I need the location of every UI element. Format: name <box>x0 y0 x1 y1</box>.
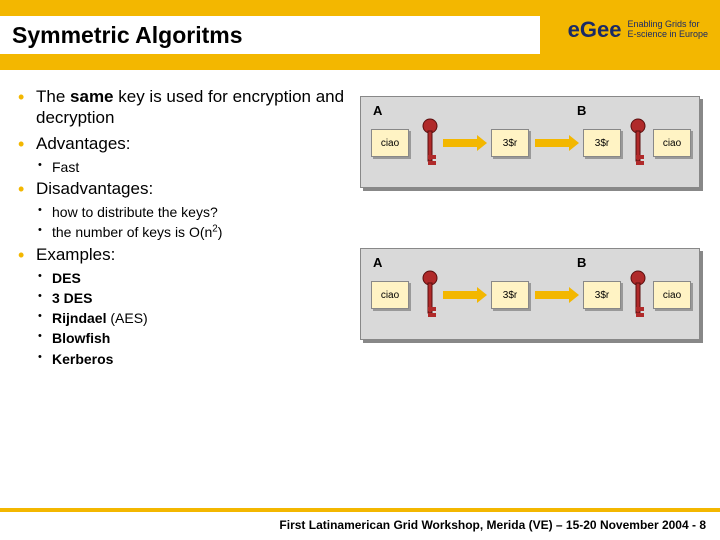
box-plain-a: ciao <box>371 281 409 309</box>
bullet-fast: Fast <box>18 158 348 176</box>
text: ) <box>218 224 223 240</box>
arrow-icon <box>535 139 571 147</box>
bullet-3des: 3 DES <box>18 289 348 307</box>
content-column: The same key is used for encryption and … <box>18 86 348 370</box>
box-cipher-mid: 3$r <box>491 281 529 309</box>
footer-text: First Latinamerican Grid Workshop, Merid… <box>279 518 706 532</box>
key-icon <box>421 117 439 169</box>
label-a: A <box>373 255 382 270</box>
label-a: A <box>373 103 382 118</box>
diagram-encrypt: A B ciao 3$r 3$r ciao <box>360 96 700 188</box>
bullet-des: DES <box>18 269 348 287</box>
bullet-advantages: Advantages: <box>18 133 348 154</box>
text-bold: DES <box>52 270 81 286</box>
box-plain-b: ciao <box>653 281 691 309</box>
logo: eGee Enabling Grids for E-science in Eur… <box>573 6 708 54</box>
bullet-rijndael: Rijndael (AES) <box>18 309 348 327</box>
logo-mark: eGee <box>573 6 621 54</box>
bullet-list: The same key is used for encryption and … <box>18 86 348 368</box>
title-strip: Symmetric Algoritms <box>0 16 540 54</box>
text-bold: same <box>70 87 113 106</box>
logo-tagline: Enabling Grids for E-science in Europe <box>627 20 708 40</box>
label-b: B <box>577 255 586 270</box>
arrow-icon <box>443 139 479 147</box>
bullet-same-key: The same key is used for encryption and … <box>18 86 348 129</box>
box-plain-b: ciao <box>653 129 691 157</box>
bullet-distribute: how to distribute the keys? <box>18 203 348 221</box>
slide-title: Symmetric Algoritms <box>12 22 243 49</box>
text: (AES) <box>106 310 147 326</box>
text-bold: 3 DES <box>52 290 92 306</box>
footer-rule <box>0 508 720 512</box>
text-bold: Rijndael <box>52 310 106 326</box>
bullet-examples: Examples: <box>18 244 348 265</box>
key-icon <box>421 269 439 321</box>
box-cipher-mid: 3$r <box>491 129 529 157</box>
bullet-disadvantages: Disadvantages: <box>18 178 348 199</box>
bullet-kerberos: Kerberos <box>18 350 348 368</box>
diagram-decrypt: A B ciao 3$r 3$r ciao <box>360 248 700 340</box>
arrow-icon <box>535 291 571 299</box>
label-b: B <box>577 103 586 118</box>
key-icon <box>629 269 647 321</box>
text: The <box>36 87 70 106</box>
text: the number of keys is O(n <box>52 224 212 240</box>
box-cipher-b: 3$r <box>583 281 621 309</box>
arrow-icon <box>443 291 479 299</box>
text-bold: Blowfish <box>52 330 110 346</box>
bullet-blowfish: Blowfish <box>18 329 348 347</box>
box-plain-a: ciao <box>371 129 409 157</box>
logo-brand: eGee <box>568 21 622 39</box>
box-cipher-b: 3$r <box>583 129 621 157</box>
key-icon <box>629 117 647 169</box>
text-bold: Kerberos <box>52 351 113 367</box>
diagram-area: A B ciao 3$r 3$r ciao A B ciao 3$r 3$r c… <box>360 96 710 400</box>
logo-tag-line2: E-science in Europe <box>627 30 708 40</box>
bullet-num-keys: the number of keys is O(n2) <box>18 223 348 241</box>
